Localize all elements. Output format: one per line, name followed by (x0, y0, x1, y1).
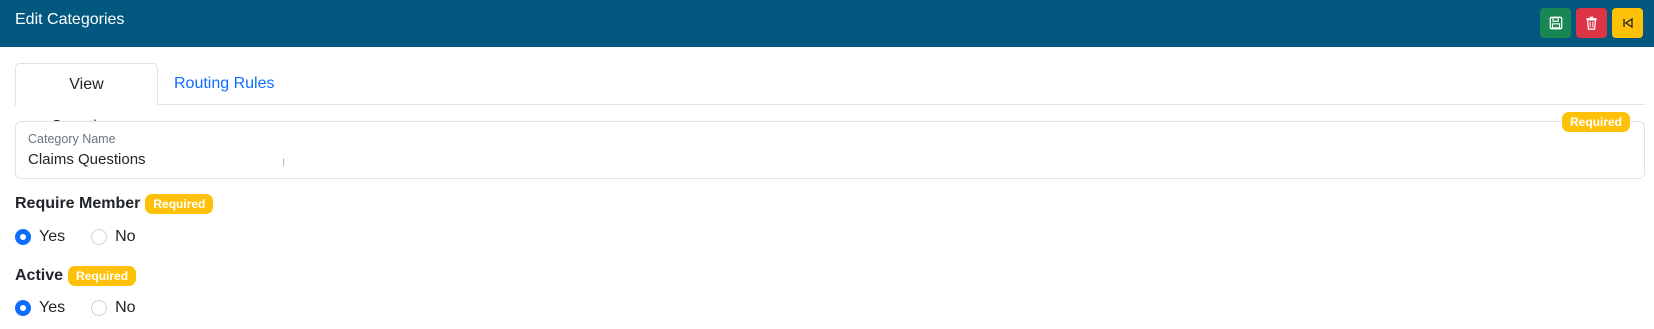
require-member-yes[interactable]: Yes (15, 228, 65, 246)
required-badge: Required (145, 194, 214, 214)
require-member-no[interactable]: No (91, 228, 136, 246)
require-member-label: Require Member (15, 195, 141, 212)
save-button[interactable] (1540, 8, 1571, 38)
radio-label: No (115, 228, 136, 245)
category-name-label: Category Name (28, 132, 116, 146)
category-name-input[interactable]: Claims Questions (28, 151, 146, 168)
tab-view-questions[interactable]: View Questions (15, 63, 158, 135)
required-badge: Required (68, 266, 137, 286)
trash-icon (1586, 16, 1597, 30)
delete-button[interactable] (1576, 8, 1607, 38)
tab-routing-rules[interactable]: Routing Rules (158, 63, 291, 105)
tab-bar: View Questions Routing Rules (15, 63, 1645, 135)
radio-button[interactable] (15, 300, 31, 316)
active-options: Yes No (15, 299, 154, 317)
category-name-field[interactable]: Category Name Claims Questions I (15, 121, 1645, 179)
active-group: Active Required (15, 266, 137, 286)
required-badge: Required (1562, 112, 1631, 132)
radio-button[interactable] (91, 300, 108, 316)
radio-label: Yes (39, 299, 66, 316)
radio-button[interactable] (91, 229, 108, 245)
require-member-options: Yes No (15, 228, 154, 246)
text-cursor-icon: I (282, 157, 286, 169)
back-button[interactable] (1612, 8, 1643, 38)
active-no[interactable]: No (91, 299, 136, 317)
radio-label: Yes (39, 228, 66, 245)
header-bar: Edit Categories (0, 0, 1654, 47)
active-label: Active (15, 267, 64, 284)
active-yes[interactable]: Yes (15, 299, 65, 317)
floppy-disk-icon (1549, 16, 1562, 30)
page-title: Edit Categories (15, 11, 125, 28)
back-arrow-icon (1622, 17, 1633, 29)
radio-button[interactable] (15, 229, 31, 245)
radio-label: No (115, 299, 136, 316)
require-member-group: Require Member Required (15, 194, 214, 214)
